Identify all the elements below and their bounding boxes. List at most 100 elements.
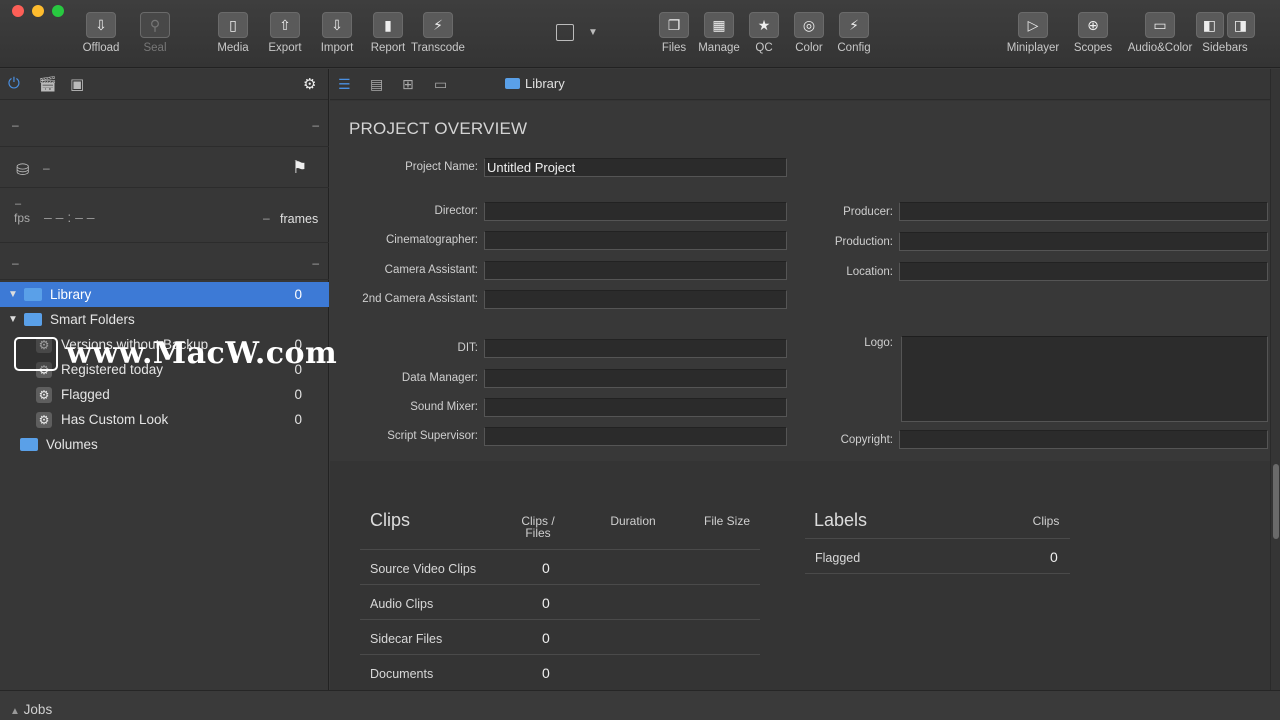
- scopes-button[interactable]: ⊕ Scopes: [1063, 12, 1123, 54]
- seal-button[interactable]: ⚲ Seal: [125, 12, 185, 54]
- smart-folder-gear-icon: ⚙: [36, 386, 52, 403]
- tree-item-smart-folders[interactable]: ▼ Smart Folders: [0, 307, 329, 332]
- clapper-tab-icon[interactable]: 🎬︎: [38, 75, 57, 93]
- cinematographer-field[interactable]: [484, 231, 787, 250]
- left-sidebar-icon[interactable]: ◧: [1195, 12, 1224, 38]
- table-row[interactable]: Source Video Clips 0: [360, 549, 760, 584]
- archive-icon: [556, 24, 574, 41]
- breadcrumb[interactable]: Library: [505, 76, 565, 91]
- project-stats: Clips Clips / Files Duration File Size S…: [330, 461, 1270, 690]
- window-controls: [12, 5, 64, 17]
- triangle-up-icon: ▲: [10, 706, 20, 717]
- table-row[interactable]: Sidecar Files 0: [360, 619, 760, 654]
- list-view-icon[interactable]: ▤: [370, 76, 383, 93]
- overview-view-icon[interactable]: ☰: [338, 76, 351, 93]
- main-content: ☰ ▤ ⊞ ▭ Library PROJECT OVERVIEW Project…: [330, 69, 1270, 690]
- project-overview: PROJECT OVERVIEW Project Name: Director:…: [330, 101, 1270, 461]
- second-camera-assistant-field[interactable]: [484, 290, 787, 309]
- folder-icon: [505, 78, 520, 89]
- duration-column-header: Duration: [610, 514, 656, 528]
- gear-icon[interactable]: ⚙: [303, 75, 316, 93]
- transcode-icon: ⚡: [423, 12, 453, 38]
- player-view-icon[interactable]: ▭: [434, 76, 447, 93]
- toolbar: ⇩ Offload ⚲ Seal ▯ Media ⇧ Export ⇩ Impo…: [0, 0, 1280, 68]
- view-bar: ☰ ▤ ⊞ ▭ Library: [330, 69, 1270, 100]
- script-supervisor-field[interactable]: [484, 427, 787, 446]
- export-button[interactable]: ⇧ Export: [255, 12, 315, 54]
- tree-item-volumes[interactable]: Volumes: [0, 432, 329, 457]
- export-icon: ⇧: [270, 12, 300, 38]
- clips-files-column-header: Clips / Files: [521, 514, 555, 540]
- disclosure-open-icon[interactable]: ▼: [8, 289, 20, 300]
- star-icon: ★: [749, 12, 779, 38]
- import-icon: ⇩: [322, 12, 352, 38]
- info-row-drive: ⛁ – ⚑: [0, 147, 329, 188]
- media-button[interactable]: ▯ Media: [203, 12, 263, 54]
- files-icon: ❐: [659, 12, 689, 38]
- bolt-icon: ⚡: [839, 12, 869, 38]
- play-icon: ▷: [1018, 12, 1048, 38]
- minimize-window-button[interactable]: [32, 5, 44, 17]
- transcode-button[interactable]: ⚡ Transcode: [408, 12, 468, 54]
- offload-button[interactable]: ⇩ Offload: [71, 12, 131, 54]
- manage-icon: ▦: [704, 12, 734, 38]
- watermark: www.MacW.com: [14, 336, 337, 371]
- zoom-window-button[interactable]: [52, 5, 64, 17]
- divider: [805, 573, 1070, 574]
- dit-field[interactable]: [484, 339, 787, 358]
- color-icon: ◎: [794, 12, 824, 38]
- camera-assistant-field[interactable]: [484, 261, 787, 280]
- director-field[interactable]: [484, 202, 787, 221]
- volumes-folder-icon: [20, 438, 38, 451]
- table-row[interactable]: Documents 0: [360, 654, 760, 689]
- production-field[interactable]: [899, 232, 1268, 251]
- jobs-bar: ▲ Jobs: [0, 690, 1280, 720]
- drive-icon: ⛁: [16, 162, 30, 179]
- close-window-button[interactable]: [12, 5, 24, 17]
- grid-view-icon[interactable]: ⊞: [402, 76, 414, 93]
- library-folder-icon: [24, 288, 42, 301]
- media-icon: ▯: [218, 12, 248, 38]
- copyright-field[interactable]: [899, 430, 1268, 449]
- sidebars-button[interactable]: ◧ ◨ Sidebars: [1195, 12, 1255, 54]
- audio-color-icon: ▭: [1145, 12, 1175, 38]
- table-row[interactable]: Flagged 0: [805, 538, 1070, 573]
- jobs-toggle[interactable]: ▲ Jobs: [10, 702, 52, 717]
- logo-drop-well[interactable]: [901, 336, 1268, 422]
- miniplayer-button[interactable]: ▷ Miniplayer: [1003, 12, 1063, 54]
- vertical-scrollbar[interactable]: [1270, 69, 1280, 690]
- info-row-timecode: – fps – – : – – – frames: [0, 188, 329, 243]
- flag-icon[interactable]: ⚑: [292, 158, 307, 178]
- archive-menu[interactable]: ▼: [556, 24, 598, 41]
- page-title: PROJECT OVERVIEW: [349, 119, 528, 138]
- table-row[interactable]: Audio Clips 0: [360, 584, 760, 619]
- image-tab-icon[interactable]: ▣: [70, 75, 84, 93]
- info-row-4: – –: [0, 243, 329, 280]
- offload-icon: ⇩: [86, 12, 116, 38]
- location-field[interactable]: [899, 262, 1268, 281]
- scopes-icon: ⊕: [1078, 12, 1108, 38]
- chevron-down-icon: ▼: [588, 27, 598, 38]
- project-name-field[interactable]: [484, 158, 787, 177]
- labels-section-title: Labels: [814, 510, 868, 530]
- disclosure-open-icon[interactable]: ▼: [8, 314, 20, 325]
- watermark-logo: [14, 336, 58, 371]
- audio-color-button[interactable]: ▭ Audio&Color: [1128, 12, 1192, 54]
- tree-item-has-custom-look[interactable]: ⚙ Has Custom Look 0: [0, 407, 329, 432]
- tree-item-library[interactable]: ▼ Library 0: [0, 282, 329, 307]
- config-button[interactable]: ⚡ Config: [824, 12, 884, 54]
- tree-item-flagged[interactable]: ⚙ Flagged 0: [0, 382, 329, 407]
- data-manager-field[interactable]: [484, 369, 787, 388]
- scroll-thumb[interactable]: [1273, 464, 1279, 539]
- sidebar: ⏻ 🎬︎ ▣ ⚙ – – ⛁ – ⚑ – fps – – : – – – fra…: [0, 69, 329, 690]
- clips-section-title: Clips: [370, 510, 411, 530]
- seal-icon: ⚲: [140, 12, 170, 38]
- power-tab-icon[interactable]: ⏻: [8, 75, 20, 92]
- info-row-1: – –: [0, 100, 329, 147]
- right-sidebar-icon[interactable]: ◨: [1226, 12, 1255, 38]
- producer-field[interactable]: [899, 202, 1268, 221]
- smart-folder-gear-icon: ⚙: [36, 411, 52, 428]
- sound-mixer-field[interactable]: [484, 398, 787, 417]
- labels-clips-column-header: Clips: [1032, 514, 1060, 528]
- sidebar-tabs: ⏻ 🎬︎ ▣ ⚙: [0, 69, 328, 100]
